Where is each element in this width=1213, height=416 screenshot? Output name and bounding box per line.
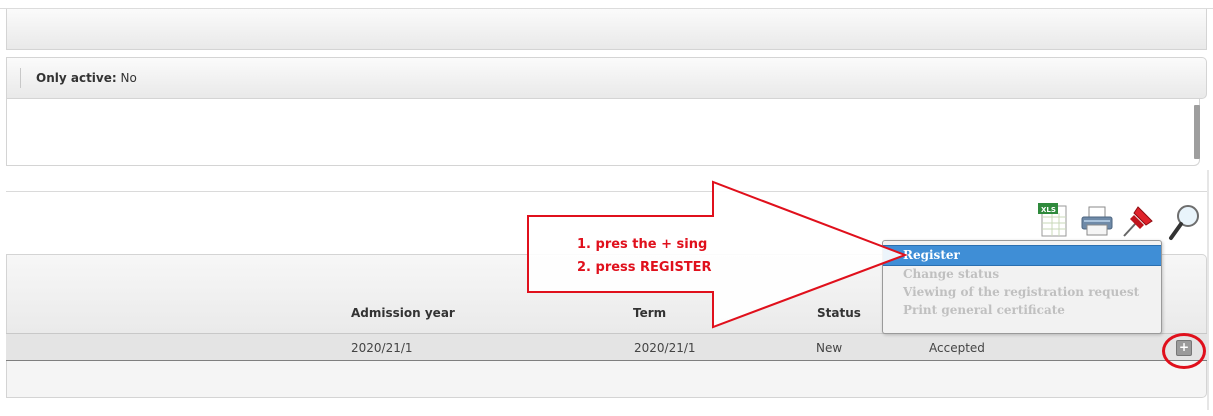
annotation-arrow bbox=[527, 180, 908, 329]
annotation-step-1: 1. pres the + sing bbox=[577, 237, 708, 252]
annotation-step-2: 2. press REGISTER bbox=[577, 260, 712, 275]
